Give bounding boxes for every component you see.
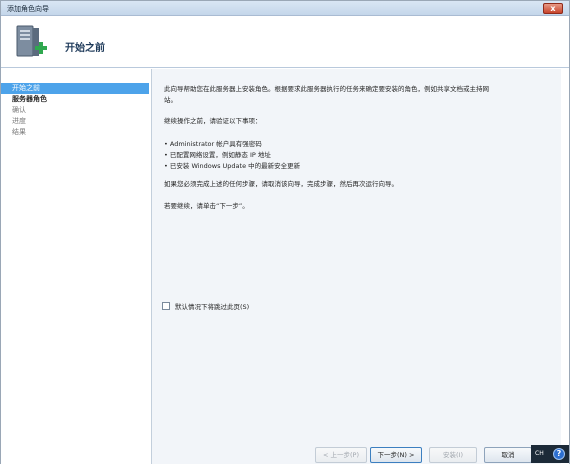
continue-text: 若要继续，请单击“下一步”。 bbox=[164, 202, 249, 210]
help-glyph: ? bbox=[556, 449, 562, 458]
close-icon: x bbox=[550, 4, 556, 13]
nav-item-results[interactable]: 结果 bbox=[1, 127, 149, 138]
taskbar-tray: CH ? bbox=[531, 445, 569, 463]
intro-text: 此向导帮助您在此服务器上安装角色。根据要求此服务器执行的任务来确定要安装的角色，… bbox=[164, 84, 534, 106]
close-button[interactable]: x bbox=[543, 3, 563, 14]
help-icon[interactable]: ? bbox=[553, 448, 565, 460]
nav-item-label: 结果 bbox=[12, 128, 26, 136]
list-item: • Administrator 帐户具有强密码 bbox=[164, 140, 262, 148]
list-item: • 已配置网络设置，例如静态 IP 地址 bbox=[164, 151, 271, 159]
language-indicator[interactable]: CH bbox=[535, 450, 544, 457]
previous-button[interactable]: < 上一步(P) bbox=[315, 447, 367, 463]
skip-page-checkbox[interactable] bbox=[162, 302, 170, 310]
page-title: 开始之前 bbox=[65, 43, 105, 54]
wizard-steps-nav: 开始之前 服务器角色 确认 进度 结果 bbox=[1, 83, 149, 464]
if-not-text: 如果您必须完成上述的任何步骤，请取消该向导，完成步骤，然后再次运行向导。 bbox=[164, 180, 398, 188]
intro-line-1: 此向导帮助您在此服务器上安装角色。根据要求此服务器执行的任务来确定要安装的角色，… bbox=[164, 85, 489, 93]
server-add-icon bbox=[16, 25, 47, 57]
list-item: • 已安装 Windows Update 中的最新安全更新 bbox=[164, 162, 301, 170]
verify-text: 继续操作之前，请验证以下事项： bbox=[164, 117, 262, 125]
main-panel: 此向导帮助您在此服务器上安装角色。根据要求此服务器执行的任务来确定要安装的角色，… bbox=[151, 69, 561, 464]
install-button[interactable]: 安装(I) bbox=[429, 447, 477, 463]
add-roles-wizard-window: 添加角色向导 x 开始之前 开始之前 服务器角色 确认 进度 结果 此向导帮助您… bbox=[0, 0, 570, 464]
skip-page-label[interactable]: 默认情况下将跳过此页(S) bbox=[175, 301, 249, 311]
title-bar[interactable]: 添加角色向导 x bbox=[1, 1, 569, 16]
intro-line-2: 站。 bbox=[164, 96, 177, 104]
nav-item-progress[interactable]: 进度 bbox=[1, 116, 149, 127]
prerequisite-list: • Administrator 帐户具有强密码 • 已配置网络设置，例如静态 I… bbox=[164, 139, 300, 172]
cancel-button[interactable]: 取消 bbox=[484, 447, 532, 463]
next-button[interactable]: 下一步(N) > bbox=[370, 447, 422, 463]
content-area: 开始之前 服务器角色 确认 进度 结果 此向导帮助您在此服务器上安装角色。根据要… bbox=[1, 69, 569, 464]
skip-page-option[interactable]: 默认情况下将跳过此页(S) bbox=[162, 301, 249, 311]
wizard-header: 开始之前 bbox=[1, 16, 569, 68]
nav-item-label: 进度 bbox=[12, 117, 26, 125]
nav-item-label: 确认 bbox=[12, 106, 26, 114]
nav-item-server-roles[interactable]: 服务器角色 bbox=[1, 94, 149, 105]
nav-item-label: 服务器角色 bbox=[12, 95, 47, 103]
nav-item-confirmation[interactable]: 确认 bbox=[1, 105, 149, 116]
window-title: 添加角色向导 bbox=[7, 5, 49, 13]
nav-item-before-you-begin[interactable]: 开始之前 bbox=[1, 83, 149, 94]
nav-item-label: 开始之前 bbox=[12, 84, 40, 92]
